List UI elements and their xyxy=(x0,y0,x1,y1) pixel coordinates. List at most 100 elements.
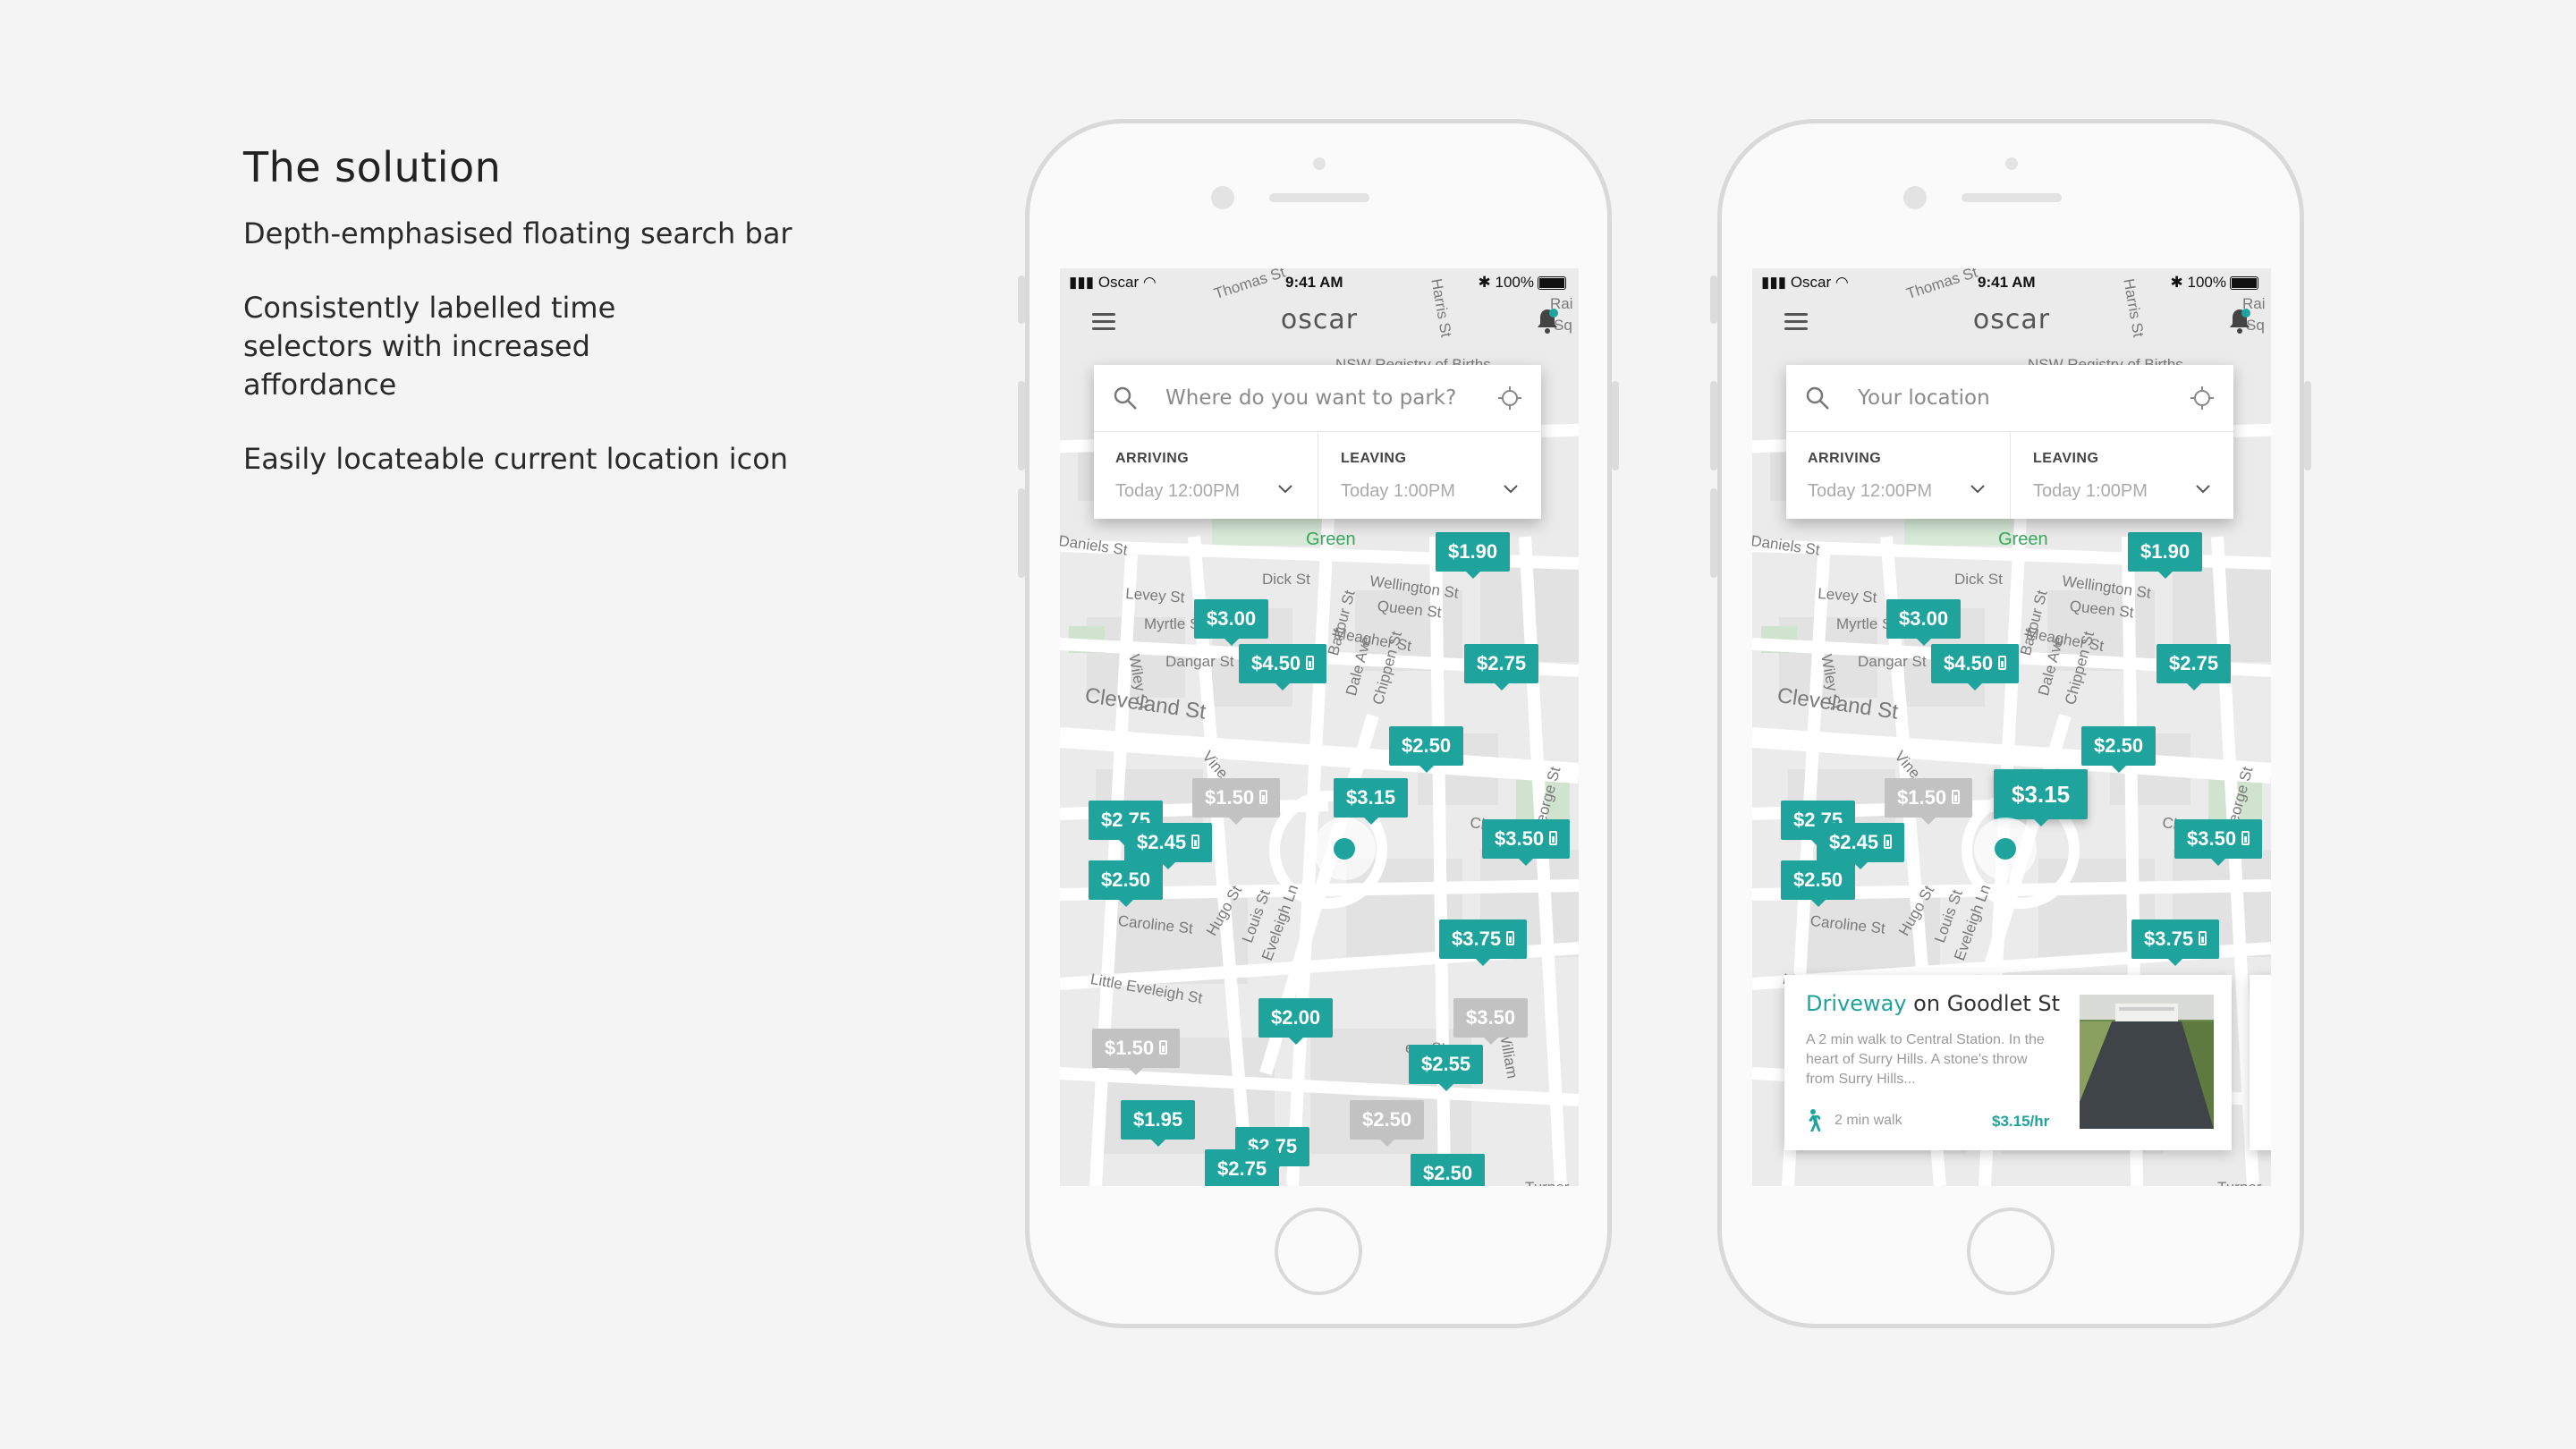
chevron-down-icon xyxy=(1278,485,1292,494)
volume-down-button xyxy=(1018,488,1025,578)
arriving-value: Today 12:00PM xyxy=(1808,481,1932,501)
leaving-value: Today 1:00PM xyxy=(1341,481,1455,501)
leaving-value: Today 1:00PM xyxy=(2033,481,2148,501)
arriving-value: Today 12:00PM xyxy=(1115,481,1240,501)
price-pin-label: $1.90 xyxy=(1448,540,1498,563)
leaving-selector[interactable]: LEAVING Today 1:00PM xyxy=(1319,431,1543,519)
price-pin[interactable]: $3.00 xyxy=(1194,599,1269,646)
price-pin-label: $3.50 xyxy=(2187,827,2237,850)
listing-description: A 2 min walk to Central Station. In the … xyxy=(1806,1032,2045,1087)
chevron-down-icon xyxy=(1970,485,1985,494)
price-pin[interactable]: $3.50 xyxy=(1453,998,1529,1045)
price-pin-label: $3.15 xyxy=(2012,781,2071,808)
walking-person-icon xyxy=(1809,1109,1820,1131)
power-button xyxy=(2304,381,2311,470)
ev-charging-icon xyxy=(2241,831,2250,846)
price-pin-label: $3.50 xyxy=(1495,827,1545,850)
price-pin[interactable]: $2.50 xyxy=(1411,1154,1486,1186)
price-pin-label: $4.50 xyxy=(1251,652,1301,674)
price-pin[interactable]: $2.75 xyxy=(2157,644,2232,691)
search-bar[interactable]: Where do you want to park? xyxy=(1094,365,1541,432)
price-pin[interactable]: $1.50 xyxy=(1092,1029,1181,1075)
ev-charging-icon xyxy=(1506,931,1515,946)
walk-time: 2 min walk xyxy=(1835,1113,1902,1128)
search-input[interactable]: Your location xyxy=(1858,386,1990,410)
home-button[interactable] xyxy=(1275,1208,1362,1295)
price-pin-label: $1.90 xyxy=(2140,540,2190,563)
street-label: Green xyxy=(1998,530,2048,549)
ev-charging-icon xyxy=(1191,835,1200,850)
floating-search-card: Where do you want to park? ARRIVING Toda… xyxy=(1094,365,1541,519)
status-time: 9:41 AM xyxy=(1978,274,2036,291)
listing-location: on Goodlet St xyxy=(1913,991,2061,1016)
price-pin[interactable]: $4.50 xyxy=(1931,644,2020,691)
price-pin[interactable]: $3.15 xyxy=(1334,778,1409,825)
listing-price: $3.15/hr xyxy=(1992,1113,2050,1130)
price-pin[interactable]: $2.50 xyxy=(1089,860,1164,907)
ev-charging-icon xyxy=(1306,656,1315,671)
price-pin[interactable]: $2.45 xyxy=(1124,823,1213,869)
price-pin[interactable]: $1.95 xyxy=(1121,1100,1196,1147)
price-pin[interactable]: $2.50 xyxy=(1350,1100,1425,1147)
earpiece-speaker xyxy=(1269,193,1369,202)
leaving-label: LEAVING xyxy=(2033,451,2099,466)
front-camera xyxy=(1903,186,1927,209)
price-pin[interactable]: $3.00 xyxy=(1886,599,1962,646)
price-pin[interactable]: $1.50 xyxy=(1192,778,1281,825)
price-pin[interactable]: $3.75 xyxy=(2131,919,2220,966)
bluetooth-icon: ✱ xyxy=(2170,274,2183,291)
selected-price-pin[interactable]: $3.15 xyxy=(1994,769,2089,826)
next-listing-card[interactable] xyxy=(2250,975,2271,1150)
notification-bell-icon[interactable] xyxy=(1536,308,1559,335)
volume-up-button xyxy=(1710,381,1717,470)
price-pin[interactable]: $3.50 xyxy=(1482,819,1571,866)
street-label: Turner xyxy=(1525,1179,1569,1186)
price-pin-label: $2.00 xyxy=(1271,1006,1321,1029)
price-pin[interactable]: $2.75 xyxy=(1205,1149,1280,1186)
signal-icon: ▮▮▮ xyxy=(1761,274,1787,291)
search-bar[interactable]: Your location xyxy=(1786,365,2233,432)
ev-charging-icon xyxy=(1998,656,2007,671)
locate-me-icon[interactable] xyxy=(1498,386,1521,410)
proximity-sensor xyxy=(1313,157,1326,170)
price-pin[interactable]: $1.90 xyxy=(2128,532,2203,579)
ev-charging-icon xyxy=(1159,1040,1168,1055)
price-pin[interactable]: $2.00 xyxy=(1258,998,1334,1045)
locate-me-icon[interactable] xyxy=(2190,386,2214,410)
price-pin[interactable]: $3.50 xyxy=(2174,819,2263,866)
current-location-marker xyxy=(1974,818,2037,880)
arriving-selector[interactable]: ARRIVING Today 12:00PM xyxy=(1786,431,2011,519)
solution-point-time-selectors: Consistently labelled time selectors wit… xyxy=(243,291,616,402)
home-button[interactable] xyxy=(1967,1208,2055,1295)
price-pin[interactable]: $1.90 xyxy=(1436,532,1511,579)
slide-heading: The solution xyxy=(243,143,502,191)
price-pin-label: $2.45 xyxy=(1137,831,1187,853)
ev-charging-icon xyxy=(2199,931,2207,946)
chevron-down-icon xyxy=(2196,485,2210,494)
price-pin-label: $2.45 xyxy=(1829,831,1879,853)
price-pin-label: $2.50 xyxy=(2094,734,2144,757)
power-button xyxy=(1612,381,1619,470)
price-pin[interactable]: $2.55 xyxy=(1409,1045,1484,1091)
app-screen: Thomas StHarris StRaiSqNSW Registry of B… xyxy=(1060,268,1579,1186)
parking-detail-card[interactable]: Driveway on Goodlet St A 2 min walk to C… xyxy=(1784,975,2232,1150)
price-pin-label: $3.75 xyxy=(2144,928,2194,950)
price-pin[interactable]: $2.75 xyxy=(1464,644,1539,691)
battery-icon xyxy=(1538,276,1566,291)
arriving-selector[interactable]: ARRIVING Today 12:00PM xyxy=(1094,431,1318,519)
battery-status: ✱ 100% xyxy=(1479,274,1566,292)
arriving-label: ARRIVING xyxy=(1115,451,1190,466)
price-pin[interactable]: $2.50 xyxy=(1781,860,1856,907)
price-pin[interactable]: $2.50 xyxy=(2081,726,2157,773)
search-icon xyxy=(1114,386,1137,410)
price-pin[interactable]: $2.45 xyxy=(1817,823,1905,869)
price-pin[interactable]: $3.75 xyxy=(1439,919,1528,966)
price-pin[interactable]: $1.50 xyxy=(1885,778,1973,825)
price-pin[interactable]: $4.50 xyxy=(1239,644,1327,691)
price-pin-label: $3.75 xyxy=(1452,928,1502,950)
price-pin[interactable]: $2.50 xyxy=(1389,726,1464,773)
ev-charging-icon xyxy=(1549,831,1558,846)
notification-bell-icon[interactable] xyxy=(2228,308,2251,335)
search-input[interactable]: Where do you want to park? xyxy=(1165,386,1456,410)
leaving-selector[interactable]: LEAVING Today 1:00PM xyxy=(2012,431,2235,519)
